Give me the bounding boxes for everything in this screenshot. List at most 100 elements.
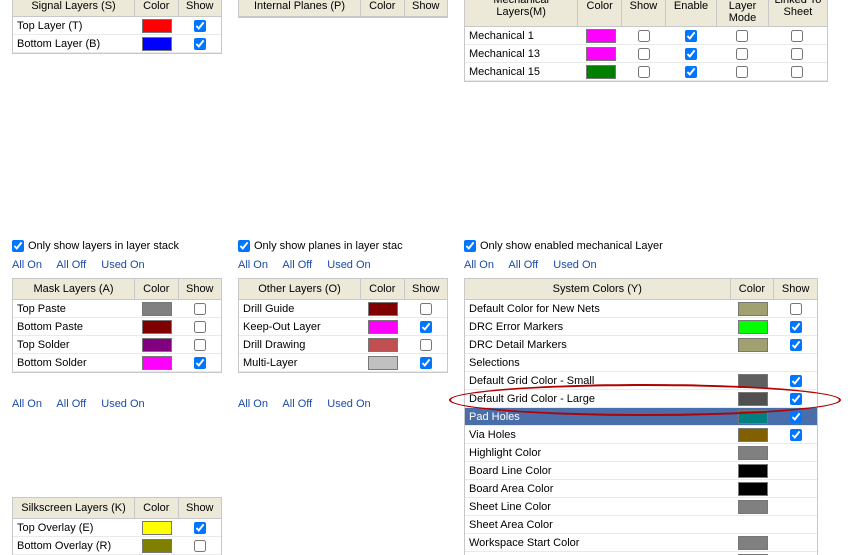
layer-name[interactable]: Top Overlay (E)	[13, 519, 135, 536]
show-cell[interactable]	[404, 354, 447, 371]
show-checkbox[interactable]	[194, 357, 206, 369]
show-cell[interactable]	[774, 336, 817, 353]
color-swatch-cell[interactable]	[731, 480, 774, 497]
color-swatch[interactable]	[586, 65, 616, 79]
color-swatch[interactable]	[738, 410, 768, 424]
table-row[interactable]: Default Grid Color - Small	[465, 372, 817, 390]
all-off-link[interactable]: All Off	[282, 398, 324, 410]
all-off-link[interactable]: All Off	[56, 259, 98, 271]
show-checkbox[interactable]	[420, 303, 432, 315]
show-cell[interactable]	[774, 516, 817, 533]
color-swatch-cell[interactable]	[135, 35, 178, 52]
layer-name[interactable]: Bottom Solder	[13, 354, 135, 371]
show-cell[interactable]	[774, 534, 817, 551]
table-row[interactable]: Drill Drawing	[239, 336, 447, 354]
table-row[interactable]: Top Solder	[13, 336, 221, 354]
show-cell[interactable]	[178, 17, 221, 34]
table-row[interactable]: Sheet Area Color	[465, 516, 817, 534]
color-swatch[interactable]	[368, 302, 398, 316]
color-swatch[interactable]	[738, 374, 768, 388]
table-row[interactable]: Top Layer (T)	[13, 17, 221, 35]
table-row[interactable]: Selections	[465, 354, 817, 372]
enable-cell[interactable]	[666, 63, 717, 80]
show-cell[interactable]	[404, 318, 447, 335]
system-color-name[interactable]: Default Grid Color - Large	[465, 390, 731, 407]
show-cell[interactable]	[774, 372, 817, 389]
used-on-link[interactable]: Used On	[327, 398, 382, 410]
color-swatch-cell[interactable]	[361, 300, 404, 317]
color-swatch[interactable]	[142, 320, 172, 334]
show-cell[interactable]	[774, 408, 817, 425]
show-checkbox[interactable]	[790, 393, 802, 405]
table-row[interactable]: Board Line Color	[465, 462, 817, 480]
system-color-name[interactable]: Workspace Start Color	[465, 534, 731, 551]
layer-name[interactable]: Drill Guide	[239, 300, 361, 317]
show-cell[interactable]	[774, 390, 817, 407]
single-cell-checkbox[interactable]	[736, 66, 748, 78]
enable-cell-checkbox[interactable]	[685, 66, 697, 78]
color-swatch[interactable]	[142, 19, 172, 33]
show-checkbox[interactable]	[194, 38, 206, 50]
show-cell[interactable]	[622, 63, 665, 80]
color-swatch-cell[interactable]	[731, 426, 774, 443]
all-on-link[interactable]: All On	[12, 259, 54, 271]
show-checkbox[interactable]	[790, 375, 802, 387]
table-row[interactable]: Default Grid Color - Large	[465, 390, 817, 408]
all-off-link[interactable]: All Off	[508, 259, 550, 271]
color-swatch-cell[interactable]	[731, 516, 774, 533]
color-swatch[interactable]	[738, 392, 768, 406]
color-swatch[interactable]	[142, 356, 172, 370]
linked-cell[interactable]	[768, 27, 827, 44]
table-row[interactable]: Via Holes	[465, 426, 817, 444]
layer-name[interactable]: Drill Drawing	[239, 336, 361, 353]
color-swatch-cell[interactable]	[731, 336, 774, 353]
color-swatch[interactable]	[142, 37, 172, 51]
color-swatch[interactable]	[738, 536, 768, 550]
color-swatch[interactable]	[142, 521, 172, 535]
show-cell[interactable]	[622, 45, 665, 62]
system-color-name[interactable]: DRC Error Markers	[465, 318, 731, 335]
color-swatch-cell[interactable]	[135, 519, 178, 536]
table-row[interactable]: Mechanical 15	[465, 63, 827, 81]
only-show-mechanical-checkbox[interactable]	[464, 240, 476, 252]
used-on-link[interactable]: Used On	[327, 259, 382, 271]
table-row[interactable]: Bottom Paste	[13, 318, 221, 336]
color-swatch-cell[interactable]	[579, 27, 622, 44]
linked-cell[interactable]	[768, 63, 827, 80]
layer-name[interactable]: Bottom Paste	[13, 318, 135, 335]
show-checkbox[interactable]	[790, 411, 802, 423]
show-checkbox[interactable]	[194, 540, 206, 552]
color-swatch-cell[interactable]	[135, 537, 178, 554]
only-show-planes-checkbox[interactable]	[238, 240, 250, 252]
layer-name[interactable]: Mechanical 13	[465, 45, 579, 62]
color-swatch[interactable]	[586, 29, 616, 43]
system-color-name[interactable]: Default Grid Color - Small	[465, 372, 731, 389]
color-swatch-cell[interactable]	[135, 336, 178, 353]
show-cell[interactable]	[622, 27, 665, 44]
system-color-name[interactable]: Highlight Color	[465, 444, 731, 461]
show-cell[interactable]	[178, 318, 221, 335]
layer-name[interactable]: Bottom Layer (B)	[13, 35, 135, 52]
table-row[interactable]: Multi-Layer	[239, 354, 447, 372]
color-swatch[interactable]	[738, 320, 768, 334]
layer-name[interactable]: Top Solder	[13, 336, 135, 353]
table-row[interactable]: Bottom Layer (B)	[13, 35, 221, 53]
color-swatch[interactable]	[738, 338, 768, 352]
enable-cell-checkbox[interactable]	[685, 48, 697, 60]
table-row[interactable]: Sheet Line Color	[465, 498, 817, 516]
system-color-name[interactable]: Via Holes	[465, 426, 731, 443]
show-checkbox[interactable]	[420, 321, 432, 333]
all-on-link[interactable]: All On	[238, 398, 280, 410]
all-on-link[interactable]: All On	[238, 259, 280, 271]
show-cell[interactable]	[404, 336, 447, 353]
used-on-link[interactable]: Used On	[553, 259, 608, 271]
only-show-signal[interactable]: Only show layers in layer stack	[12, 240, 179, 252]
color-swatch-cell[interactable]	[731, 462, 774, 479]
color-swatch-cell[interactable]	[361, 318, 404, 335]
color-swatch-cell[interactable]	[361, 336, 404, 353]
show-cell[interactable]	[178, 537, 221, 554]
layer-name[interactable]: Top Layer (T)	[13, 17, 135, 34]
show-cell[interactable]	[774, 462, 817, 479]
all-on-link[interactable]: All On	[12, 398, 54, 410]
color-swatch-cell[interactable]	[731, 534, 774, 551]
